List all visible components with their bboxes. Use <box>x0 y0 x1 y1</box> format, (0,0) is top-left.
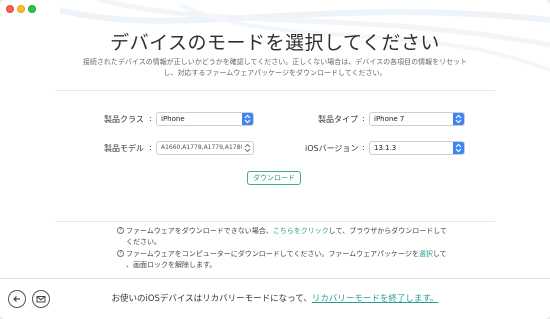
product-model-select[interactable]: A1660,A1778,A1779,A1780 <box>156 141 254 155</box>
minimize-window-button[interactable] <box>17 5 25 13</box>
colon: : <box>149 114 152 123</box>
updown-chevron-icon <box>453 142 464 154</box>
note2-line2: 、画面ロックを解除します。 <box>126 261 217 269</box>
product-class-value: iPhone <box>161 115 185 123</box>
product-model-label: 製品モデル <box>104 144 144 153</box>
updown-chevron-icon <box>242 142 253 154</box>
colon: : <box>362 143 365 152</box>
zoom-window-button[interactable] <box>28 5 36 13</box>
question-icon: ? <box>117 227 124 234</box>
footer-message: お使いのiOSデバイスはリカバリーモードになって、リカバリーモードを終了します。 <box>0 292 550 304</box>
note-select-firmware: ? ファームウェアをコンピューターにダウンロードしてください。ファームウェアパッ… <box>117 249 506 271</box>
note2-text-after: して <box>432 250 447 258</box>
ios-version-value: 13.1.3 <box>374 144 397 152</box>
app-window: デバイスのモードを選択してください 接続されたデバイスの情報が正しいかどうかを確… <box>0 0 550 319</box>
page-subtitle: 接続されたデバイスの情報が正しいかどうかを確認してください。正しくない場合は、デ… <box>70 57 480 79</box>
close-window-button[interactable] <box>6 5 14 13</box>
subtitle-line-1: 接続されたデバイスの情報が正しいかどうかを確認してください。正しくない場合は、デ… <box>82 58 468 66</box>
exit-recovery-mode-link[interactable]: リカバリーモードを終了します。 <box>312 294 439 304</box>
question-icon: ? <box>117 250 124 257</box>
title-bar <box>0 0 550 22</box>
footer-text: お使いのiOSデバイスはリカバリーモードになって、 <box>111 294 312 304</box>
note-download-failed: ? ファームウェアをダウンロードできない場合、こちらをクリックして、ブラウザから… <box>117 226 506 248</box>
divider-footer <box>0 278 550 279</box>
page-title: デバイスのモードを選択してください <box>110 32 440 54</box>
product-type-value: iPhone 7 <box>374 115 405 123</box>
divider-top <box>55 90 495 91</box>
note1-text-after: して、ブラウザからダウンロードして <box>328 227 448 235</box>
divider-middle <box>55 221 495 222</box>
updown-chevron-icon <box>242 113 253 125</box>
product-class-select[interactable]: iPhone <box>156 112 254 126</box>
note2-text: ファームウェアをコンピューターにダウンロードしてください。ファームウェアパッケー… <box>126 250 419 258</box>
product-class-label: 製品クラス <box>104 115 144 124</box>
ios-version-select[interactable]: 13.1.3 <box>369 141 465 155</box>
select-firmware-link[interactable]: 選択 <box>419 250 433 258</box>
product-model-value: A1660,A1778,A1779,A1780 <box>161 144 245 151</box>
colon: : <box>149 143 152 152</box>
subtitle-line-2: し、対応するファームウェアパッケージをダウンロードしてください。 <box>163 69 387 77</box>
note1-line2: ください。 <box>126 238 161 246</box>
colon: : <box>362 114 365 123</box>
product-type-select[interactable]: iPhone 7 <box>369 112 465 126</box>
note1-text: ファームウェアをダウンロードできない場合、 <box>126 227 273 235</box>
ios-version-label: iOSバージョン <box>305 144 359 153</box>
updown-chevron-icon <box>453 113 464 125</box>
product-type-label: 製品タイプ <box>318 115 358 124</box>
download-button[interactable]: ダウンロード <box>247 171 301 185</box>
click-here-link[interactable]: こちらをクリック <box>273 227 329 235</box>
